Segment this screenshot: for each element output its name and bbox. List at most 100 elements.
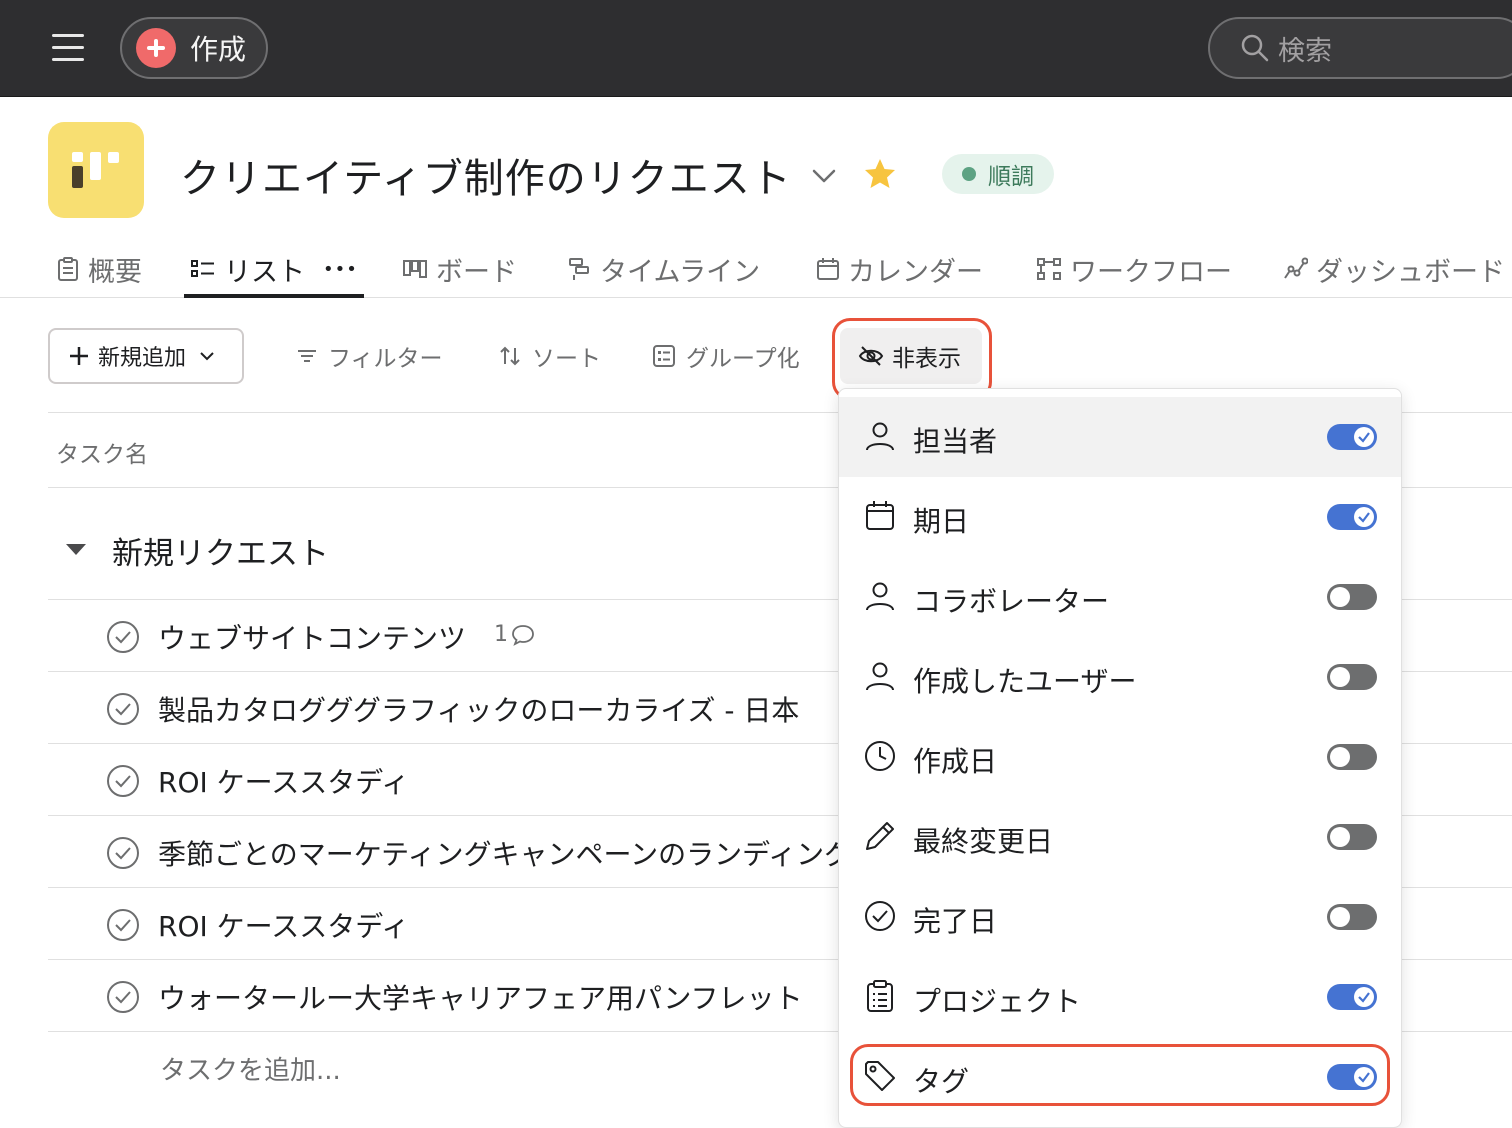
menu-item-label: コラボレーター xyxy=(913,585,1110,618)
tab-workflow[interactable]: ワークフロー xyxy=(1036,240,1232,298)
tab-board[interactable]: ボード xyxy=(402,240,517,298)
menu-item-collaborators[interactable]: コラボレーター xyxy=(839,557,1401,637)
check-icon xyxy=(1358,992,1370,1003)
calendar-icon xyxy=(817,258,839,280)
chevron-down-icon xyxy=(200,352,214,361)
toggle-switch[interactable] xyxy=(1327,744,1377,770)
search-input[interactable]: 検索 xyxy=(1208,17,1512,79)
menu-item-created-on[interactable]: 作成日 xyxy=(839,717,1401,797)
toggle-switch[interactable] xyxy=(1327,824,1377,850)
menu-item-completed-on[interactable]: 完了日 xyxy=(839,877,1401,957)
menu-item-label: プロジェクト xyxy=(913,985,1082,1018)
comment-icon xyxy=(512,624,534,646)
menu-item-projects[interactable]: プロジェクト xyxy=(839,957,1401,1037)
menu-item-assignee[interactable]: 担当者 xyxy=(839,397,1401,477)
add-task-button[interactable]: タスクを追加... xyxy=(160,1050,341,1087)
toggle-switch[interactable] xyxy=(1327,904,1377,930)
menu-item-label: 最終変更日 xyxy=(913,825,1054,858)
tab-calendar[interactable]: カレンダー xyxy=(816,240,983,298)
tab-overview[interactable]: 概要 xyxy=(56,240,142,298)
filter-label: フィルター xyxy=(328,346,443,372)
toggle-knob xyxy=(1354,507,1374,527)
check-circle-icon[interactable] xyxy=(106,908,140,942)
person-icon xyxy=(866,582,894,611)
filter-button[interactable]: フィルター xyxy=(296,334,443,378)
hamburger-menu-icon[interactable] xyxy=(52,34,84,62)
add-new-button[interactable]: 新規追加 xyxy=(48,328,244,384)
toggle-switch[interactable] xyxy=(1327,1064,1377,1090)
tab-label: ワークフロー xyxy=(1070,256,1232,288)
task-name[interactable]: ROI ケーススタディ xyxy=(158,905,409,945)
tab-dashboard[interactable]: ダッシュボード xyxy=(1282,240,1505,298)
star-icon[interactable] xyxy=(862,156,898,192)
tab-label: ダッシュボード xyxy=(1316,256,1505,288)
plus-icon xyxy=(136,28,176,68)
list-icon xyxy=(191,260,214,277)
check-circle-icon[interactable] xyxy=(106,836,140,870)
task-name[interactable]: ウォータールー大学キャリアフェア用パンフレット xyxy=(158,977,803,1017)
section-title[interactable]: 新規リクエスト xyxy=(112,528,329,573)
task-name[interactable]: 季節ごとのマーケティングキャンペーンのランディング xyxy=(158,833,852,873)
hide-fields-button[interactable]: 非表示 xyxy=(840,328,982,384)
toggle-knob xyxy=(1354,427,1374,447)
toggle-knob xyxy=(1330,827,1350,847)
toggle-switch[interactable] xyxy=(1327,584,1377,610)
check-circle-icon[interactable] xyxy=(106,692,140,726)
task-name[interactable]: ROI ケーススタディ xyxy=(158,761,409,801)
toggle-switch[interactable] xyxy=(1327,504,1377,530)
toggle-knob xyxy=(1330,587,1350,607)
group-button[interactable]: グループ化 xyxy=(652,334,800,378)
clipboard-icon xyxy=(867,980,893,1012)
toggle-switch[interactable] xyxy=(1327,424,1377,450)
collapse-triangle-icon[interactable] xyxy=(66,544,86,555)
tag-icon xyxy=(865,1061,895,1091)
toggle-knob xyxy=(1354,1067,1374,1087)
tab-timeline[interactable]: タイムライン xyxy=(566,240,760,298)
menu-item-label: 期日 xyxy=(913,505,970,538)
project-title[interactable]: クリエイティブ制作のリクエスト xyxy=(180,146,792,204)
menu-item-last-modified[interactable]: 最終変更日 xyxy=(839,797,1401,877)
check-circle-icon[interactable] xyxy=(106,980,140,1014)
comment-count[interactable]: 1 xyxy=(494,622,536,647)
group-label: グループ化 xyxy=(686,346,800,372)
sort-icon xyxy=(500,346,520,366)
view-tabs: 概要 リスト ••• ボード タイムライン カレンダー ワークフロー ダッシュボ… xyxy=(0,240,1512,298)
hide-fields-menu: 担当者 期日 コラボレーター 作成したユーザー 作成日 最終変更日 完了日 プロ… xyxy=(838,388,1402,1128)
add-new-label: 新規追加 xyxy=(98,346,187,371)
create-button[interactable]: 作成 xyxy=(120,17,268,79)
search-icon xyxy=(1241,34,1269,62)
menu-item-tags[interactable]: タグ xyxy=(839,1037,1401,1117)
menu-item-due-date[interactable]: 期日 xyxy=(839,477,1401,557)
menu-item-label: 作成したユーザー xyxy=(913,665,1137,698)
tab-label: 概要 xyxy=(88,256,142,288)
status-dot xyxy=(962,167,976,181)
check-circle-icon[interactable] xyxy=(106,620,140,654)
menu-item-label: 担当者 xyxy=(913,425,998,458)
toggle-switch[interactable] xyxy=(1327,984,1377,1010)
check-circle-icon[interactable] xyxy=(106,764,140,798)
menu-item-created-by[interactable]: 作成したユーザー xyxy=(839,637,1401,717)
timeline-icon xyxy=(569,258,589,280)
toggle-knob xyxy=(1330,907,1350,927)
project-icon[interactable] xyxy=(48,122,144,218)
tab-label: リスト xyxy=(224,256,305,288)
sort-label: ソート xyxy=(532,346,601,372)
tab-label: カレンダー xyxy=(848,256,983,288)
board-icon xyxy=(403,260,427,278)
toggle-knob xyxy=(1330,747,1350,767)
sort-button[interactable]: ソート xyxy=(498,334,601,378)
task-name[interactable]: ウェブサイトコンテンツ xyxy=(158,617,466,657)
search-placeholder: 検索 xyxy=(1278,35,1332,67)
clock-icon xyxy=(865,741,895,771)
tab-list[interactable]: リスト ••• xyxy=(190,240,358,298)
check-icon xyxy=(1358,1072,1370,1083)
workflow-icon xyxy=(1037,258,1061,280)
pencil-icon xyxy=(866,822,894,850)
chevron-down-icon[interactable] xyxy=(808,160,840,192)
more-options-icon[interactable]: ••• xyxy=(323,259,358,280)
task-name[interactable]: 製品カタログググラフィックのローカライズ - 日本 xyxy=(158,689,799,729)
tab-label: ボード xyxy=(436,256,517,288)
status-badge[interactable]: 順調 xyxy=(942,154,1054,194)
toggle-switch[interactable] xyxy=(1327,664,1377,690)
toggle-knob xyxy=(1354,987,1374,1007)
